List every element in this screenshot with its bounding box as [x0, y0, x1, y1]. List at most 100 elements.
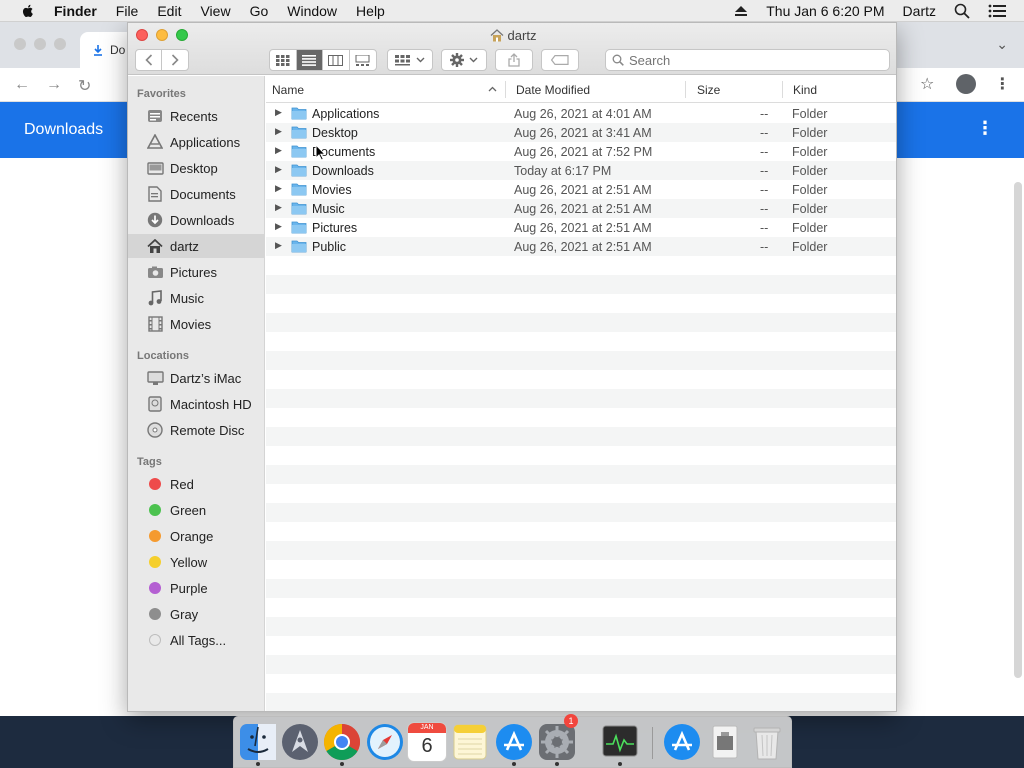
downloads-menu-icon[interactable]: ⋮ [976, 118, 994, 139]
disclosure-triangle-icon[interactable]: ▶ [275, 145, 282, 156]
chrome-menu-icon[interactable]: ⋮ [994, 74, 1010, 94]
sidebar-item-remote-disc[interactable]: Remote Disc [128, 418, 265, 442]
sidebar-tag-orange[interactable]: Orange [128, 524, 265, 548]
column-header-kind[interactable]: Kind [793, 83, 817, 97]
trash-dock-icon[interactable] [747, 722, 787, 762]
downloads-stack-dock-icon[interactable] [705, 722, 745, 762]
row-stripe [266, 408, 896, 427]
file-row-music[interactable]: ▶ Music Aug 26, 2021 at 2:51 AM -- Folder [266, 199, 896, 218]
notes-dock-icon[interactable] [450, 722, 490, 762]
sidebar-item-desktop[interactable]: Desktop [128, 156, 265, 180]
sidebar-item-imac[interactable]: Dartz’s iMac [128, 366, 265, 390]
sidebar-item-music[interactable]: Music [128, 286, 265, 310]
sidebar-item-applications[interactable]: Applications [128, 130, 265, 154]
group-by-button[interactable] [387, 49, 433, 71]
disclosure-triangle-icon[interactable]: ▶ [275, 202, 282, 213]
file-row-documents[interactable]: ▶ Documents Aug 26, 2021 at 7:52 PM -- Folde… [266, 142, 896, 161]
folder-icon [291, 126, 307, 139]
applications-stack-dock-icon[interactable] [662, 722, 702, 762]
sidebar-tag-purple[interactable]: Purple [128, 576, 265, 600]
menu-help[interactable]: Help [356, 3, 385, 19]
back-arrow-icon[interactable]: ← [14, 76, 30, 94]
column-header-date[interactable]: Date Modified [516, 83, 590, 97]
file-row-applications[interactable]: ▶ Applications Aug 26, 2021 at 4:01 AM -- Fo… [266, 104, 896, 123]
sidebar-item-recents[interactable]: Recents [128, 104, 265, 128]
star-icon[interactable]: ☆ [920, 74, 934, 94]
disclosure-triangle-icon[interactable]: ▶ [275, 240, 282, 251]
sort-ascending-icon[interactable] [488, 86, 497, 92]
apple-menu-icon[interactable] [20, 3, 36, 19]
gallery-view-icon[interactable] [350, 50, 376, 70]
column-header-name[interactable]: Name [272, 83, 304, 97]
column-view-icon[interactable] [323, 50, 350, 70]
sidebar-tag-all[interactable]: All Tags... [128, 628, 265, 652]
spotlight-icon[interactable] [954, 3, 970, 19]
favorites-heading: Favorites [137, 88, 186, 100]
share-button[interactable] [495, 49, 533, 71]
file-row-desktop[interactable]: ▶ Desktop Aug 26, 2021 at 3:41 AM -- Folder [266, 123, 896, 142]
menu-user[interactable]: Dartz [903, 3, 936, 19]
sidebar-tag-green[interactable]: Green [128, 498, 265, 522]
reload-icon[interactable]: ↻ [78, 76, 91, 96]
file-row-movies[interactable]: ▶ Movies Aug 26, 2021 at 2:51 AM -- Folder [266, 180, 896, 199]
row-stripe [266, 313, 896, 332]
file-row-downloads[interactable]: ▶ Downloads Today at 6:17 PM -- Folder [266, 161, 896, 180]
system-preferences-dock-icon[interactable] [537, 722, 577, 762]
sidebar-item-movies[interactable]: Movies [128, 312, 265, 336]
column-divider[interactable] [685, 81, 686, 98]
menu-go[interactable]: Go [250, 3, 269, 19]
disclosure-triangle-icon[interactable]: ▶ [275, 126, 282, 137]
row-stripe [266, 256, 896, 275]
chevron-down-icon[interactable]: ⌄ [996, 36, 1008, 53]
chrome-maximize-button[interactable] [54, 38, 66, 50]
file-row-public[interactable]: ▶ Public Aug 26, 2021 at 2:51 AM -- Folder [266, 237, 896, 256]
back-chevron-icon[interactable] [136, 50, 162, 70]
disclosure-triangle-icon[interactable]: ▶ [275, 164, 282, 175]
sidebar-tag-gray[interactable]: Gray [128, 602, 265, 626]
disclosure-triangle-icon[interactable]: ▶ [275, 221, 282, 232]
share-icon [508, 53, 520, 67]
safari-dock-icon[interactable] [365, 722, 405, 762]
forward-chevron-icon[interactable] [162, 50, 188, 70]
chrome-dock-icon[interactable] [322, 722, 362, 762]
file-row-pictures[interactable]: ▶ Pictures Aug 26, 2021 at 2:51 AM -- Folder [266, 218, 896, 237]
sidebar-item-pictures[interactable]: Pictures [128, 260, 265, 284]
notification-center-icon[interactable] [988, 4, 1006, 18]
chrome-close-button[interactable] [14, 38, 26, 50]
search-field[interactable] [605, 49, 890, 71]
edit-tags-button[interactable] [541, 49, 579, 71]
menu-view[interactable]: View [200, 3, 230, 19]
search-input[interactable] [629, 52, 869, 68]
sidebar-item-documents[interactable]: Documents [128, 182, 265, 206]
chrome-minimize-button[interactable] [34, 38, 46, 50]
disclosure-triangle-icon[interactable]: ▶ [275, 107, 282, 118]
disclosure-triangle-icon[interactable]: ▶ [275, 183, 282, 194]
sidebar-item-macintosh-hd[interactable]: Macintosh HD [128, 392, 265, 416]
eject-icon[interactable] [734, 5, 748, 17]
menu-edit[interactable]: Edit [157, 3, 181, 19]
icon-view-icon[interactable] [270, 50, 297, 70]
menu-window[interactable]: Window [287, 3, 337, 19]
app-store-dock-icon[interactable] [494, 722, 534, 762]
sidebar-item-downloads[interactable]: Downloads [128, 208, 265, 232]
column-divider[interactable] [782, 81, 783, 98]
forward-arrow-icon[interactable]: → [46, 76, 62, 94]
list-view-icon[interactable] [296, 50, 323, 70]
file-date-modified: Aug 26, 2021 at 2:51 AM [514, 183, 652, 197]
sidebar-tag-yellow[interactable]: Yellow [128, 550, 265, 574]
sidebar-tag-red[interactable]: Red [128, 472, 265, 496]
calendar-dock-icon[interactable]: JAN 6 [407, 722, 447, 762]
chrome-scrollbar[interactable] [1014, 182, 1022, 678]
column-header-size[interactable]: Size [697, 83, 720, 97]
profile-avatar-icon[interactable] [956, 74, 977, 94]
file-size: -- [760, 221, 769, 235]
launchpad-dock-icon[interactable] [280, 722, 320, 762]
menu-app-name[interactable]: Finder [54, 3, 97, 19]
activity-monitor-dock-icon[interactable] [600, 722, 640, 762]
column-divider[interactable] [505, 81, 506, 98]
menu-clock[interactable]: Thu Jan 6 6:20 PM [766, 3, 884, 19]
sidebar-item-dartz[interactable]: dartz [128, 234, 265, 258]
finder-dock-icon[interactable] [238, 722, 278, 762]
action-button[interactable] [441, 49, 487, 71]
menu-file[interactable]: File [116, 3, 139, 19]
